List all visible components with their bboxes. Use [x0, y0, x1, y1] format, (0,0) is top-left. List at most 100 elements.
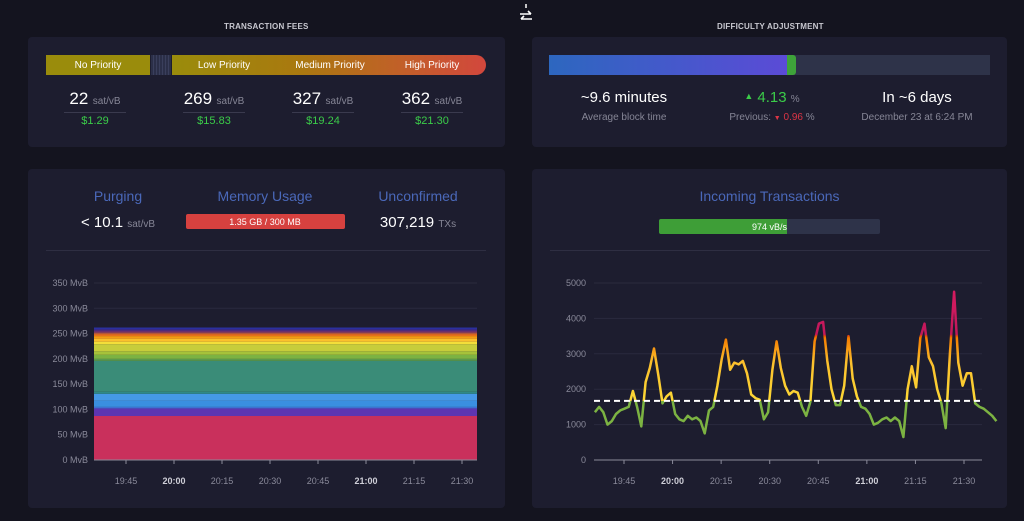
previous-label: Previous:: [729, 112, 772, 123]
purging-stat: Purging < 10.1 sat/vB: [68, 188, 168, 231]
y-tick-label: 50 MvB: [57, 430, 88, 440]
y-tick-label: 350 MvB: [52, 278, 88, 288]
x-tick-label: 20:45: [307, 476, 330, 486]
x-tick-label: 19:45: [115, 476, 138, 486]
stats-divider: [46, 250, 486, 251]
unconfirmed-stat: Unconfirmed 307,219 TXs: [368, 188, 468, 231]
y-tick-label: 3000: [566, 349, 586, 359]
swap-arrows-icon[interactable]: [518, 4, 534, 24]
memory-usage-stat: Memory Usage 1.35 GB / 300 MB: [184, 188, 346, 229]
area-band-band-9: [94, 354, 477, 359]
x-tick-label: 20:30: [758, 476, 781, 486]
fee-value: 362: [401, 89, 431, 108]
fee-divider: [401, 112, 463, 113]
x-tick-label: 21:00: [855, 476, 878, 486]
area-band-band-12: [94, 341, 477, 345]
high-priority-bar: High Priority: [380, 55, 484, 75]
fee-usd: $21.30: [415, 115, 449, 127]
fee-value: 327: [292, 89, 322, 108]
incoming-transactions-card: Incoming Transactions 974 vB/s 0 1000 2000…: [532, 169, 1007, 508]
area-band-band-16: [94, 332, 477, 335]
area-band-band-14: [94, 336, 477, 339]
x-tick-label: 20:00: [661, 476, 684, 486]
incoming-vbytes-line: [593, 290, 998, 439]
fee-divider: [64, 112, 126, 113]
difficulty-change-value: 4.13: [757, 89, 787, 106]
x-tick-label: 21:15: [904, 476, 927, 486]
medium-priority-bar: Medium Priority: [278, 55, 382, 75]
area-band-band-2: [94, 408, 477, 417]
purging-value: 10.1: [93, 214, 124, 231]
medium-priority-label: Medium Priority: [295, 59, 365, 71]
unconfirmed-title: Unconfirmed: [378, 188, 458, 204]
y-tick-label: 5000: [566, 278, 586, 288]
difficulty-progress-fill: [549, 55, 788, 75]
next-adjustment: In ~6 days December 23 at 6:24 PM: [847, 89, 987, 123]
difficulty-change-unit: %: [790, 94, 800, 105]
area-band-band-18: [94, 329, 477, 331]
y-tick-label: 2000: [566, 384, 586, 394]
memory-usage-title: Memory Usage: [217, 188, 313, 204]
fee-value: 269: [183, 89, 213, 108]
x-tick-label: 21:30: [451, 476, 474, 486]
x-tick-label: 21:00: [354, 476, 377, 486]
fee-divider: [292, 112, 354, 113]
fee-high-priority: 362 sat/vB $21.30: [392, 89, 472, 127]
difficulty-adjustment-title: DIFFICULTY ADJUSTMENT: [717, 22, 824, 31]
y-tick-label: 200 MvB: [52, 354, 88, 364]
mempool-card: Purging < 10.1 sat/vB Memory Usage 1.35 …: [28, 169, 505, 508]
unconfirmed-value: 307,219: [379, 214, 435, 231]
x-tick-label: 20:00: [162, 476, 185, 486]
fee-usd: $1.29: [81, 115, 109, 127]
mempool-size-chart[interactable]: 0 MvB 50 MvB 100 MvB 150 MvB 200 MvB 250 MvB 3…: [28, 269, 505, 499]
difficulty-change: ▲ 4.13 % Previous: ▼ 0.96 %: [702, 89, 842, 123]
area-band-band-19: [94, 327, 477, 330]
x-tick-label: 20:30: [259, 476, 282, 486]
area-band-band-3: [94, 406, 477, 409]
incoming-divider: [550, 250, 990, 251]
y-tick-label: 100 MvB: [52, 404, 88, 414]
area-band-band-17: [94, 330, 477, 333]
y-tick-label: 4000: [566, 313, 586, 323]
y-tick-label: 300 MvB: [52, 303, 88, 313]
x-tick-label: 20:15: [211, 476, 234, 486]
x-tick-label: 21:30: [953, 476, 976, 486]
no-priority-label: No Priority: [74, 59, 122, 71]
memory-usage-bar: 1.35 GB / 300 MB: [185, 214, 345, 229]
purging-unit: sat/vB: [127, 219, 156, 230]
fee-unit: sat/vB: [92, 96, 121, 107]
purging-prefix: <: [80, 214, 90, 231]
fee-unit: sat/vB: [325, 96, 354, 107]
area-band-band-11: [94, 344, 477, 352]
fee-medium-priority: 327 sat/vB $19.24: [283, 89, 363, 127]
no-priority-bar: No Priority: [46, 55, 150, 75]
y-tick-label: 1000: [566, 420, 586, 430]
area-band-band-5: [94, 393, 477, 401]
area-band-band-4: [94, 400, 477, 407]
fee-divider: [183, 112, 245, 113]
high-priority-label: High Priority: [404, 59, 460, 71]
purging-title: Purging: [93, 188, 143, 204]
avg-block-time-label: Average block time: [581, 112, 667, 123]
difficulty-change-fill: [787, 55, 796, 75]
y-tick-label: 0 MvB: [62, 455, 88, 465]
next-adjustment-date: December 23 at 6:24 PM: [861, 112, 973, 123]
fee-value: 22: [69, 89, 89, 108]
x-tick-label: 20:15: [710, 476, 733, 486]
unconfirmed-unit: TXs: [438, 219, 457, 230]
x-tick-label: 21:15: [403, 476, 426, 486]
incoming-transactions-chart[interactable]: 0 1000 2000 3000 4000 5000 19:45 20:00 20:15 20:3…: [532, 269, 1007, 499]
y-tick-label: 0: [581, 455, 586, 465]
difficulty-adjustment-card: ~9.6 minutes Average block time ▲ 4.13 %…: [532, 37, 1007, 147]
difficulty-progress-bar: [549, 55, 990, 75]
fee-usd: $15.83: [197, 115, 231, 127]
previous-unit: %: [805, 112, 815, 123]
y-tick-label: 250 MvB: [52, 329, 88, 339]
transaction-fees-card: No Priority Low Priority Medium Priority…: [28, 37, 505, 147]
avg-block-time: ~9.6 minutes Average block time: [554, 89, 694, 123]
incoming-title-wrap: Incoming Transactions: [532, 188, 1007, 204]
area-band-band-8: [94, 358, 477, 361]
fee-unit: sat/vB: [434, 96, 463, 107]
previous-value: 0.96: [783, 112, 803, 123]
low-priority-label: Low Priority: [197, 59, 251, 71]
